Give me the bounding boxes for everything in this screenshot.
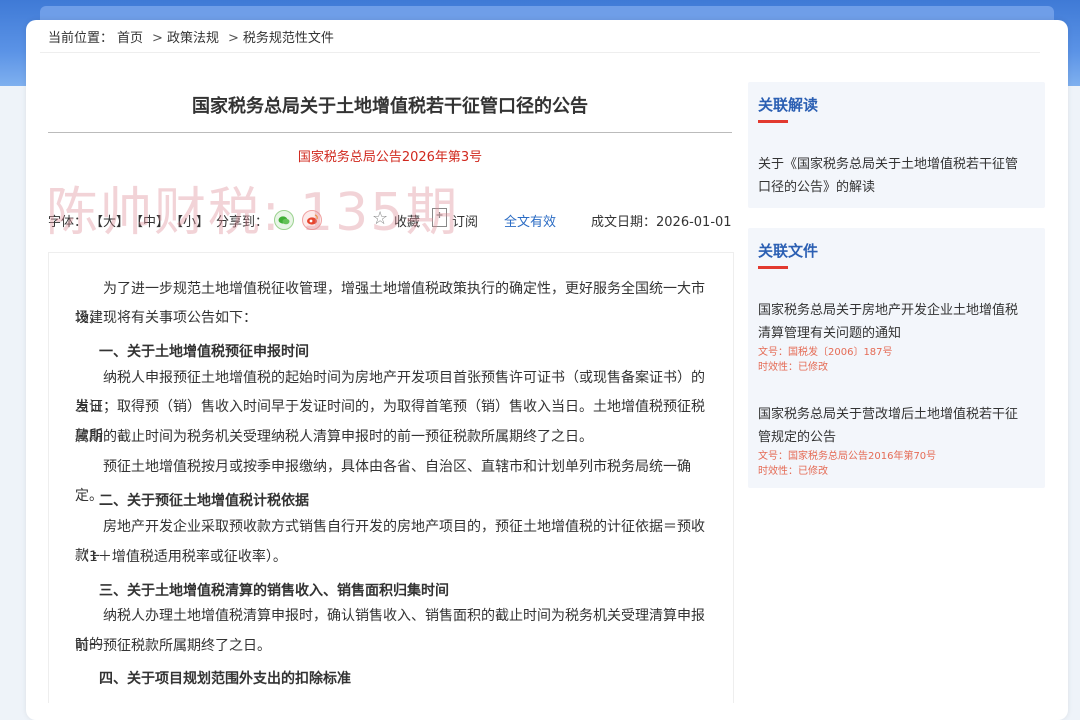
issue-date: 成文日期：2026-01-01 bbox=[591, 215, 732, 230]
breadcrumb-home[interactable]: 首页 bbox=[117, 31, 143, 46]
document-number: 国家税务总局公告2026年第3号 bbox=[297, 150, 483, 165]
link-line: 国家税务总局关于房地产开发企业土地增值税 bbox=[758, 303, 1019, 318]
paragraph: 属期的截止时间为税务机关受理纳税人清算申报时的前一预征税款所属期终了之日。 bbox=[75, 429, 593, 445]
related-files-panel: 关联文件 国家税务总局关于房地产开发企业土地增值税 清算管理有关问题的通知 文号… bbox=[748, 228, 1045, 488]
validity-status: 全文有效 bbox=[504, 215, 557, 230]
related-file-link[interactable]: 国家税务总局关于房地产开发企业土地增值税 清算管理有关问题的通知 bbox=[758, 299, 1030, 345]
link-line: 口径的公告》的解读 bbox=[758, 180, 876, 195]
paragraph: 设，现将有关事项公告如下： bbox=[75, 310, 257, 326]
related-file-meta: 文号：国税发〔2006〕187号 时效性：已修改 bbox=[758, 345, 893, 375]
related-reading-link[interactable]: 关于《国家税务总局关于土地增值税若干征管 口径的公告》的解读 bbox=[758, 153, 1030, 199]
related-file-link[interactable]: 国家税务总局关于营改增后土地增值税若干征 管规定的公告 bbox=[758, 403, 1030, 449]
breadcrumb-policy[interactable]: 政策法规 bbox=[167, 31, 219, 46]
link-line: 清算管理有关问题的通知 bbox=[758, 326, 902, 341]
section-heading: 四、关于项目规划范围外支出的扣除标准 bbox=[99, 671, 351, 687]
title-divider bbox=[48, 132, 732, 133]
related-files-heading: 关联文件 bbox=[758, 242, 819, 260]
section-heading: 一、关于土地增值税预征申报时间 bbox=[99, 344, 309, 360]
link-line: 管规定的公告 bbox=[758, 430, 837, 445]
section-heading: 三、关于土地增值税清算的销售收入、销售面积归集时间 bbox=[99, 583, 449, 599]
related-reading-heading: 关联解读 bbox=[758, 96, 819, 114]
watermark: 陈帅财税: 135期 bbox=[46, 183, 460, 243]
link-line: 国家税务总局关于营改增后土地增值税若干征 bbox=[758, 407, 1019, 422]
article-body: 为了进一步规范土地增值税征收管理，增强土地增值税政策执行的确定性，更好服务全国统… bbox=[48, 252, 734, 703]
breadcrumb: 当前位置： 首页 > 政策法规 > 税务规范性文件 bbox=[48, 27, 338, 46]
related-file-doc-number: 文号：国税发〔2006〕187号 bbox=[758, 347, 893, 358]
related-file-status: 时效性：已修改 bbox=[758, 362, 828, 373]
related-file-doc-number: 文号：国家税务总局公告2016年第70号 bbox=[758, 451, 937, 462]
related-reading-panel: 关联解读 关于《国家税务总局关于土地增值税若干征管 口径的公告》的解读 bbox=[748, 82, 1045, 208]
breadcrumb-tax-docs[interactable]: 税务规范性文件 bbox=[243, 31, 334, 46]
article-title: 国家税务总局关于土地增值税若干征管口径的公告 bbox=[192, 96, 588, 117]
paragraph: （1＋增值税适用税率或征收率）。 bbox=[75, 549, 287, 565]
breadcrumb-prefix: 当前位置： bbox=[48, 31, 114, 46]
related-file-meta: 文号：国家税务总局公告2016年第70号 时效性：已修改 bbox=[758, 449, 936, 479]
paragraph: 前一预征税款所属期终了之日。 bbox=[75, 638, 271, 654]
related-file-status: 时效性：已修改 bbox=[758, 466, 828, 477]
breadcrumb-separator: > bbox=[227, 31, 239, 46]
heading-underline bbox=[758, 120, 788, 123]
section-heading: 二、关于预征土地增值税计税依据 bbox=[99, 493, 309, 509]
heading-underline bbox=[758, 266, 788, 269]
link-line: 关于《国家税务总局关于土地增值税若干征管 bbox=[758, 157, 1019, 172]
breadcrumb-divider bbox=[40, 52, 1040, 53]
breadcrumb-separator: > bbox=[152, 31, 163, 46]
